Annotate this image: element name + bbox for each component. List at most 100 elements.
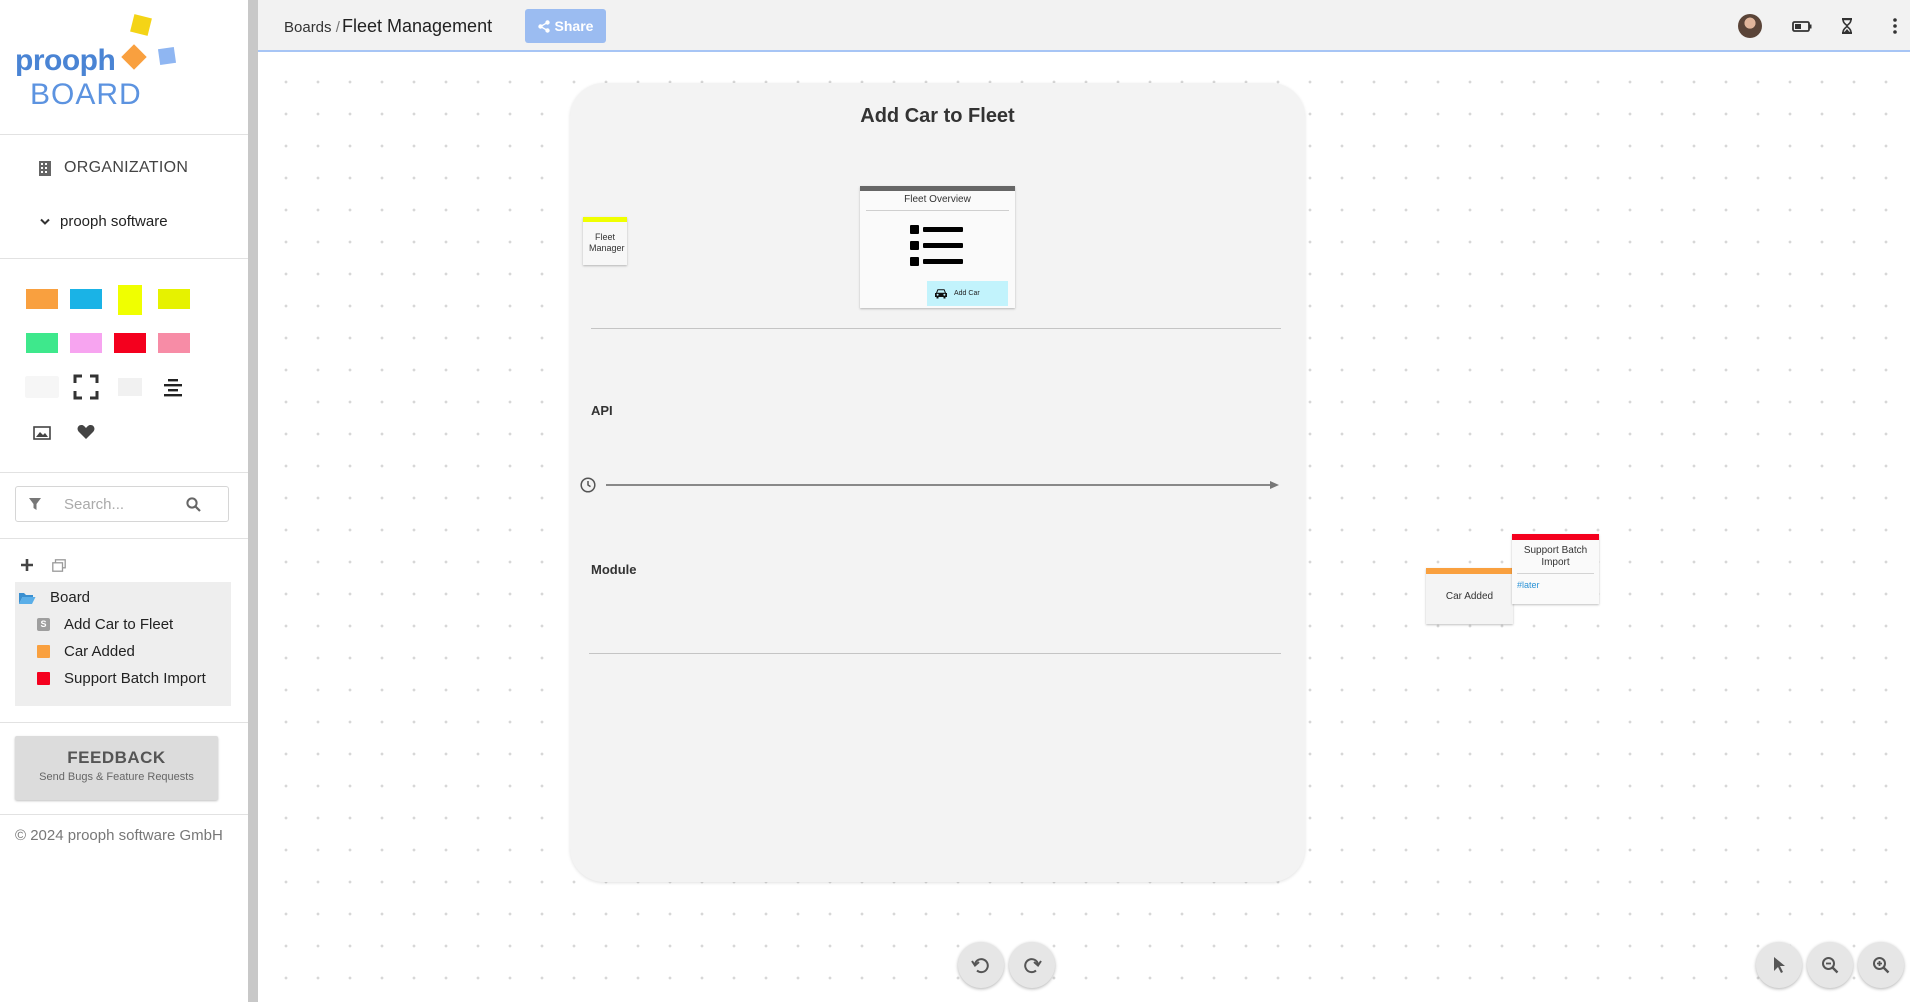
image-tool[interactable] <box>30 421 54 445</box>
divider <box>0 814 248 815</box>
workspace-name: prooph software <box>60 213 168 230</box>
hotspot-sticky-support-batch-import[interactable]: Support Batch Import #later <box>1512 534 1599 604</box>
logo-yellow-square <box>130 14 152 36</box>
tree-item-label: Car Added <box>64 643 135 660</box>
tree-item-slice[interactable]: S Add Car to Fleet <box>37 616 173 633</box>
palette-gray-card[interactable] <box>118 378 142 396</box>
breadcrumb-boards-label: Boards <box>284 19 332 36</box>
battery-icon <box>1792 20 1812 32</box>
share-icon <box>537 19 550 33</box>
board-title: Fleet Management <box>342 16 493 36</box>
share-label: Share <box>554 18 594 34</box>
image-icon <box>33 426 51 440</box>
logo-blue-square <box>157 46 177 66</box>
actor-sticky[interactable]: Fleet Manager <box>583 217 627 265</box>
redo-button[interactable] <box>1009 942 1055 988</box>
copyright: © 2024 prooph software GmbH <box>15 827 223 844</box>
breadcrumb-separator: / <box>335 19 340 36</box>
hotspot-label: Support Batch Import <box>1523 545 1588 568</box>
plus-icon <box>21 559 33 571</box>
zoom-out-icon <box>1822 957 1839 974</box>
palette-green-sticky[interactable] <box>26 333 58 353</box>
zoom-out-button[interactable] <box>1807 942 1853 988</box>
zoom-in-icon <box>1873 957 1890 974</box>
share-button[interactable]: Share <box>525 9 606 43</box>
board-canvas[interactable]: Add Car to Fleet Fleet Manager Fleet Ove… <box>258 52 1910 1002</box>
event-sticky-car-added[interactable]: Car Added <box>1426 568 1513 624</box>
filter-icon[interactable] <box>28 497 42 511</box>
divider <box>0 134 248 135</box>
search-input[interactable] <box>62 494 176 514</box>
breadcrumb-boards[interactable]: Boards / <box>284 19 340 36</box>
sidebar: prooph BOARD ORGANIZATION prooph softwar… <box>0 0 248 1002</box>
lane-separator-ui <box>591 328 1281 329</box>
event-label: Car Added <box>1445 591 1494 602</box>
slice-add-car-to-fleet[interactable]: Add Car to Fleet Fleet Manager Fleet Ove… <box>570 83 1305 882</box>
align-center-icon <box>164 379 182 397</box>
top-bar: Boards / Fleet Management Share <box>258 0 1910 52</box>
more-vert-icon <box>1893 18 1897 34</box>
hotspot-divider <box>1517 573 1594 574</box>
select-mode-button[interactable] <box>1756 942 1802 988</box>
divider <box>0 472 248 473</box>
battery-toggle[interactable] <box>1790 14 1814 38</box>
frame-tool[interactable] <box>72 373 100 401</box>
feedback-title: FEEDBACK <box>67 748 166 767</box>
organization-link[interactable]: ORGANIZATION <box>38 156 188 180</box>
window-restore-icon <box>52 558 66 572</box>
workspace-toggle[interactable]: prooph software <box>40 213 168 230</box>
palette-orange-sticky[interactable] <box>26 289 58 309</box>
organization-label: ORGANIZATION <box>64 159 189 176</box>
logo-wordmark: prooph <box>15 44 116 77</box>
undo-icon <box>971 958 989 974</box>
tree-item-label: Support Batch Import <box>64 670 206 687</box>
undo-button[interactable] <box>958 942 1004 988</box>
timeline-arrowhead-icon <box>1270 481 1279 489</box>
palette-pink-sticky[interactable] <box>70 333 102 353</box>
timer-button[interactable] <box>1835 14 1859 38</box>
more-menu-button[interactable] <box>1883 14 1907 38</box>
favorites-tool[interactable] <box>74 420 98 444</box>
divider <box>0 722 248 723</box>
palette-rose-sticky[interactable] <box>158 333 190 353</box>
folder-open-icon <box>19 592 36 604</box>
zoom-in-button[interactable] <box>1858 942 1904 988</box>
frame-corners-icon <box>73 374 99 400</box>
user-avatar[interactable] <box>1738 14 1762 38</box>
search-icon[interactable] <box>186 496 201 512</box>
sidebar-resize-handle[interactable] <box>248 0 258 1002</box>
element-search <box>15 486 229 522</box>
cursor-icon <box>1774 957 1785 973</box>
heart-icon <box>77 424 95 439</box>
text-align-tool[interactable] <box>160 375 186 401</box>
divider <box>0 538 248 539</box>
slice-title[interactable]: Add Car to Fleet <box>570 105 1305 128</box>
feedback-subtitle: Send Bugs & Feature Requests <box>39 771 194 783</box>
palette-blue-sticky[interactable] <box>70 289 102 309</box>
tree-item-event[interactable]: Car Added <box>37 643 135 660</box>
clock-icon <box>580 477 596 493</box>
palette-white-card[interactable] <box>26 377 58 397</box>
ui-card-fleet-overview[interactable]: Fleet Overview Add Car <box>860 186 1015 308</box>
ui-card-title: Fleet Overview <box>904 194 971 205</box>
hotspot-icon <box>37 672 50 685</box>
app-logo[interactable]: prooph BOARD <box>14 12 184 112</box>
add-element-button[interactable] <box>18 556 36 574</box>
tree-item-hotspot[interactable]: Support Batch Import <box>37 670 206 687</box>
divider <box>0 258 248 259</box>
palette-lime-sticky[interactable] <box>158 289 190 309</box>
add-car-ui-button[interactable]: Add Car <box>927 281 1008 306</box>
palette-yellow-sticky[interactable] <box>118 285 142 315</box>
event-icon <box>37 645 50 658</box>
list-icon <box>910 225 963 266</box>
slice-icon: S <box>37 618 50 631</box>
hourglass-icon <box>1842 18 1852 34</box>
chevron-down-icon <box>40 218 50 225</box>
hotspot-tag[interactable]: #later <box>1512 579 1599 591</box>
ui-card-title-divider <box>866 210 1009 211</box>
palette-red-sticky[interactable] <box>114 333 146 353</box>
feedback-button[interactable]: FEEDBACK Send Bugs & Feature Requests <box>15 736 218 800</box>
collapse-tree-button[interactable] <box>50 556 68 574</box>
tree-root-board[interactable]: Board <box>18 589 90 606</box>
building-icon <box>39 160 51 176</box>
